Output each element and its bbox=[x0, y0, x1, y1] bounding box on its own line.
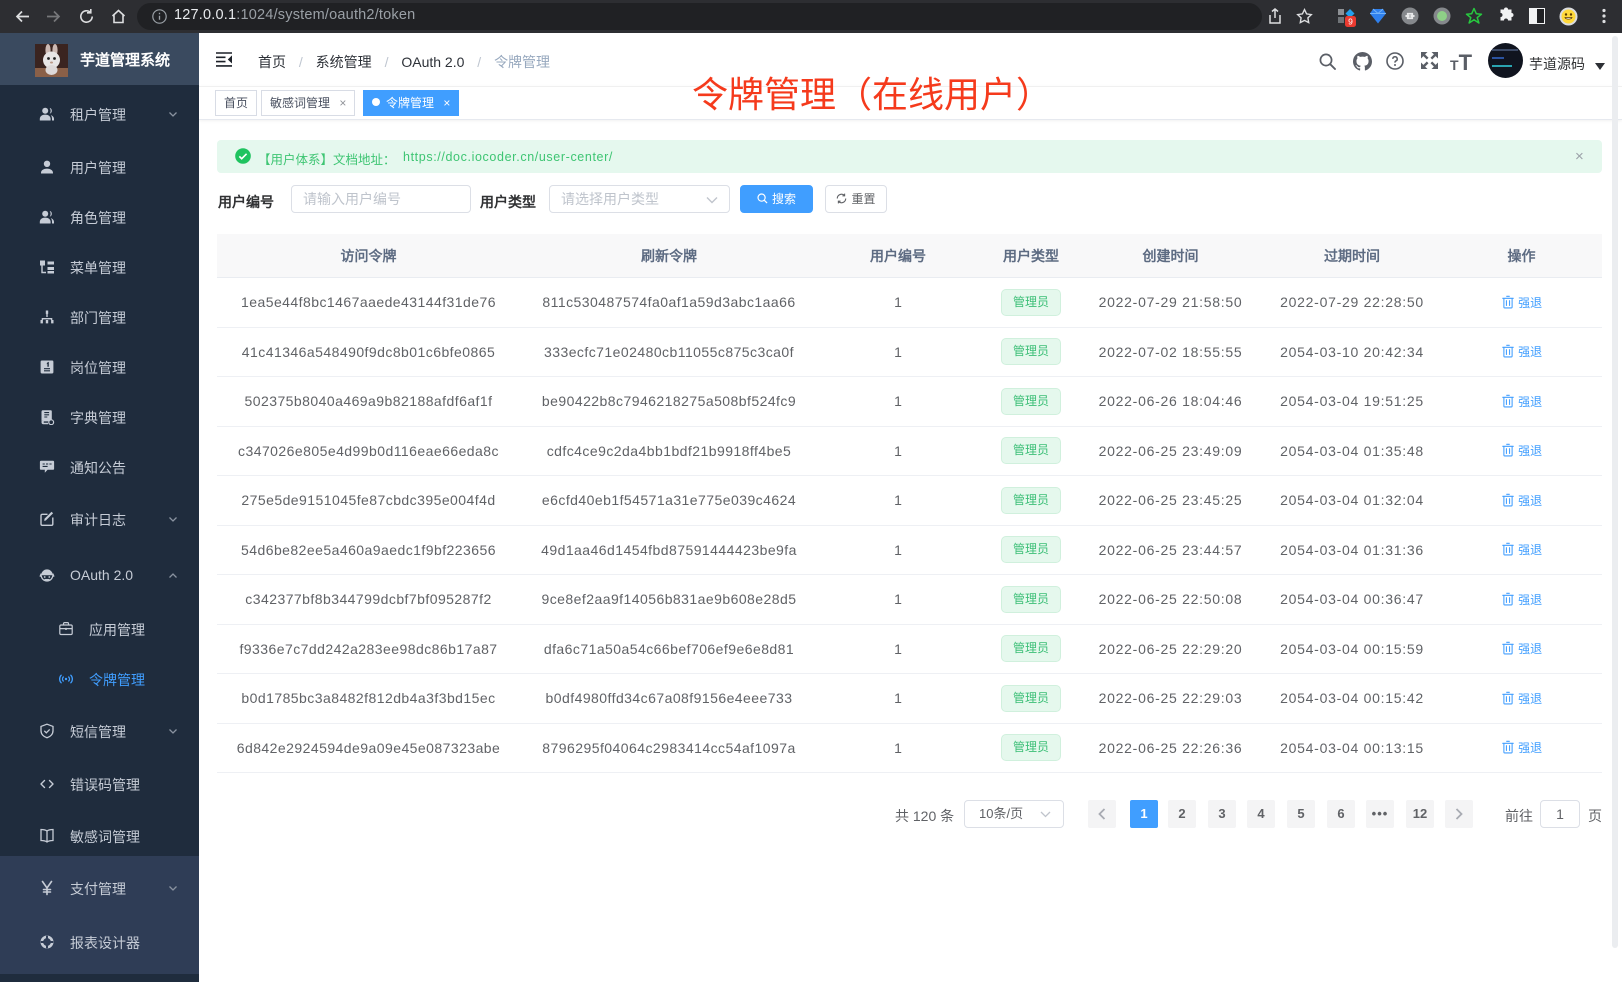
svg-text:9: 9 bbox=[1348, 17, 1353, 27]
